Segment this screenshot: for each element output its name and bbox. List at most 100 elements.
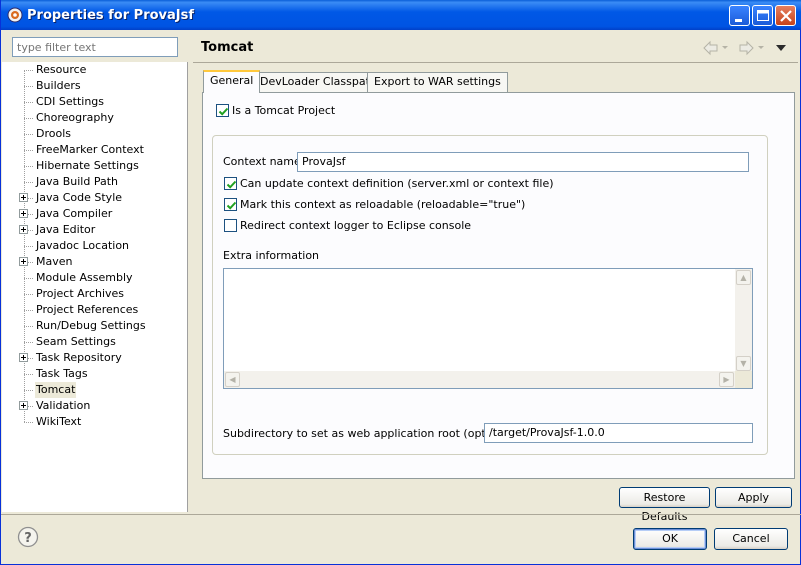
tree-item-label: Run/Debug Settings [36,319,146,332]
tree-item-label: Java Build Path [36,175,119,188]
tree-item-seam-settings[interactable]: Seam Settings [2,334,187,350]
reloadable-checkbox[interactable] [224,198,237,211]
scroll-corner [735,371,752,388]
scroll-right-icon[interactable]: ▶ [719,372,734,387]
forward-arrow-icon[interactable] [737,40,765,56]
tab-export-to-war-settings[interactable]: Export to WAR settings [367,72,508,92]
eclipse-app-icon [7,7,23,23]
page-navigation [701,40,791,56]
title-bar[interactable]: Properties for ProvaJsf [1,0,801,30]
subdirectory-field[interactable]: /target/ProvaJsf-1.0.0 [484,423,753,443]
tree-item-validation[interactable]: Validation [2,398,187,414]
scroll-up-icon[interactable]: ▲ [736,270,751,285]
tree-item-label: Java Editor [36,223,96,236]
tree-item-module-assembly[interactable]: Module Assembly [2,270,187,286]
view-menu-icon[interactable] [775,43,787,53]
context-name-field[interactable]: ProvaJsf [297,152,749,172]
subdirectory-label: Subdirectory to set as web application r… [223,427,517,440]
tree-item-label: Javadoc Location [36,239,130,252]
tree-item-task-repository[interactable]: Task Repository [2,350,187,366]
tree-item-maven[interactable]: Maven [2,254,187,270]
tree-item-java-editor[interactable]: Java Editor [2,222,187,238]
maximize-icon [757,10,769,21]
tree-item-label: Project Archives [36,287,125,300]
minimize-button[interactable] [729,5,750,26]
checkmark-icon [226,201,237,210]
property-page-tree[interactable]: Resource Builders CDI Settings Choreography… [2,62,188,512]
tree-item-javadoc-location[interactable]: Javadoc Location [2,238,187,254]
tree-item-label: Maven [36,255,73,268]
tree-item-builders[interactable]: Builders [2,78,187,94]
help-icon[interactable]: ? [17,526,39,548]
redirect-logger-checkbox[interactable] [224,219,237,232]
filter-input[interactable] [12,37,178,57]
tree-item-java-build-path[interactable]: Java Build Path [2,174,187,190]
tree-item-label: Choreography [36,111,114,124]
checkmark-icon [226,180,237,189]
tomcat-project-label: Is a Tomcat Project [232,104,336,117]
tree-item-label: Task Repository [36,351,122,364]
tomcat-project-checkbox[interactable] [216,104,229,117]
window-title: Properties for ProvaJsf [27,8,195,23]
restore-defaults-button[interactable]: Restore Defaults [619,487,710,523]
apply-button[interactable]: Apply [715,487,792,508]
ok-button[interactable]: OK [633,528,707,550]
minimize-icon [735,19,742,22]
reloadable-label: Mark this context as reloadable (reloada… [240,198,526,211]
expand-plus-icon[interactable] [19,225,28,234]
tab-devloader-classpath[interactable]: DevLoader Classpath [253,72,384,92]
tree-item-label: Java Code Style [36,191,123,204]
tree-item-label: CDI Settings [36,95,105,108]
tree-item-label: Project References [36,303,139,316]
tree-item-java-code-style[interactable]: Java Code Style [2,190,187,206]
vertical-scrollbar[interactable]: ▲ ▼ [735,269,752,372]
context-name-label: Context name [223,155,301,168]
scroll-down-icon[interactable]: ▼ [736,356,751,371]
maximize-button[interactable] [752,5,773,26]
close-button[interactable] [775,5,796,26]
tree-item-java-compiler[interactable]: Java Compiler [2,206,187,222]
expand-plus-icon[interactable] [19,257,28,266]
horizontal-scrollbar[interactable]: ◀ ▶ [224,371,735,388]
can-update-label: Can update context definition (server.xm… [240,177,554,190]
redirect-logger-label: Redirect context logger to Eclipse conso… [240,219,472,232]
tree-item-project-archives[interactable]: Project Archives [2,286,187,302]
tree-item-label: Resource [36,63,87,76]
extra-information-textarea[interactable]: ▲ ▼ ◀ ▶ [223,268,753,389]
tree-item-wikitext[interactable]: WikiText [2,414,187,430]
tree-item-tomcat[interactable]: Tomcat [2,382,187,398]
scroll-left-icon[interactable]: ◀ [225,372,240,387]
tree-item-cdi-settings[interactable]: CDI Settings [2,94,187,110]
expand-plus-icon[interactable] [19,401,28,410]
checkmark-icon [218,107,229,116]
tree-item-choreography[interactable]: Choreography [2,110,187,126]
bottom-separator [1,514,801,515]
tree-item-freemarker-context[interactable]: FreeMarker Context [2,142,187,158]
expand-plus-icon[interactable] [19,353,28,362]
extra-information-label: Extra information [223,249,320,262]
tree-item-label: Module Assembly [36,271,133,284]
close-icon [780,10,792,22]
svg-text:?: ? [24,531,32,546]
tree-item-project-references[interactable]: Project References [2,302,187,318]
back-arrow-icon[interactable] [701,40,729,56]
tree-item-label: Hibernate Settings [36,159,139,172]
page-title: Tomcat [201,40,254,55]
tree-item-label: FreeMarker Context [36,143,144,156]
tree-item-task-tags[interactable]: Task Tags [2,366,187,382]
title-separator [193,62,798,63]
expand-plus-icon[interactable] [19,209,28,218]
tree-item-label: Java Compiler [36,207,113,220]
tree-item-label: Tomcat [35,382,77,398]
can-update-checkbox[interactable] [224,177,237,190]
tree-item-drools[interactable]: Drools [2,126,187,142]
tree-item-run-debug-settings[interactable]: Run/Debug Settings [2,318,187,334]
tab-general[interactable]: General [203,70,261,93]
tree-item-hibernate-settings[interactable]: Hibernate Settings [2,158,187,174]
expand-plus-icon[interactable] [19,193,28,202]
properties-dialog: Properties for ProvaJsf Resource Builders… [0,0,801,565]
tree-item-label: Validation [36,399,91,412]
tree-item-resource[interactable]: Resource [2,62,187,78]
cancel-button[interactable]: Cancel [714,528,788,550]
tree-item-label: Builders [36,79,81,92]
